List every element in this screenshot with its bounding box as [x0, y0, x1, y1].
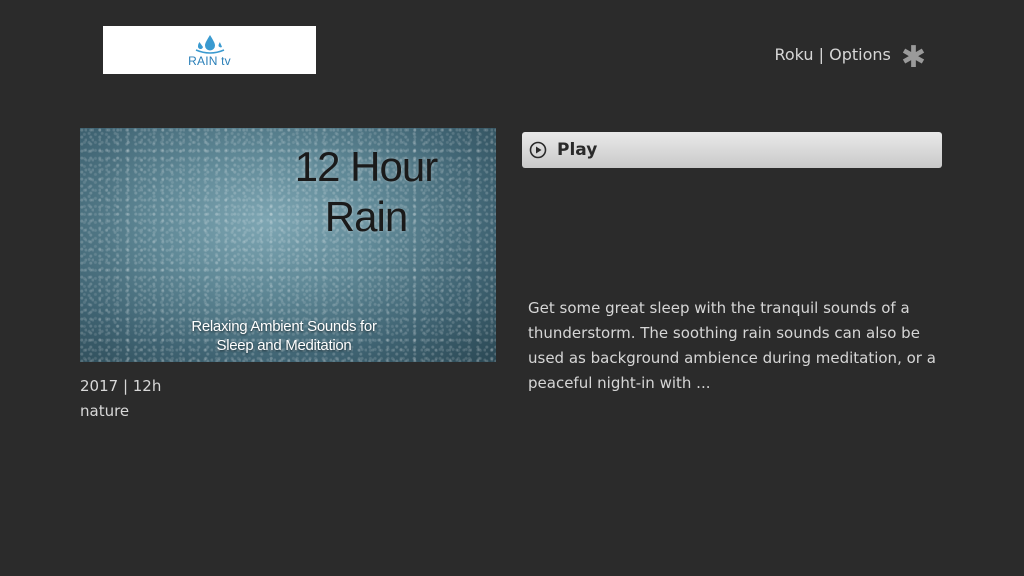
genre: nature: [80, 402, 130, 420]
asterisk-icon: ✱: [900, 40, 926, 75]
poster-title: 12 Hour Rain: [294, 143, 438, 240]
details-screen: RAIN tv Roku | Options ✱ 12 Hour Rain Re…: [0, 0, 1024, 576]
play-label: Play: [557, 140, 598, 160]
play-circle-icon: [529, 141, 547, 159]
content-description: Get some great sleep with the tranquil s…: [528, 299, 936, 392]
poster-subtitle: Relaxing Ambient Sounds for Sleep and Me…: [191, 318, 377, 354]
year-duration: 2017 | 12h: [80, 377, 162, 395]
options-label: Roku | Options: [774, 44, 891, 64]
content-meta: 2017 | 12h nature: [80, 374, 161, 424]
options-hint[interactable]: Roku | Options ✱: [774, 43, 926, 73]
play-button[interactable]: Play: [522, 132, 942, 168]
channel-logo: RAIN tv: [103, 26, 316, 74]
content-poster: 12 Hour Rain Relaxing Ambient Sounds for…: [80, 128, 496, 362]
rain-drop-logo-icon: [195, 34, 224, 54]
logo-text: RAIN tv: [188, 53, 231, 68]
